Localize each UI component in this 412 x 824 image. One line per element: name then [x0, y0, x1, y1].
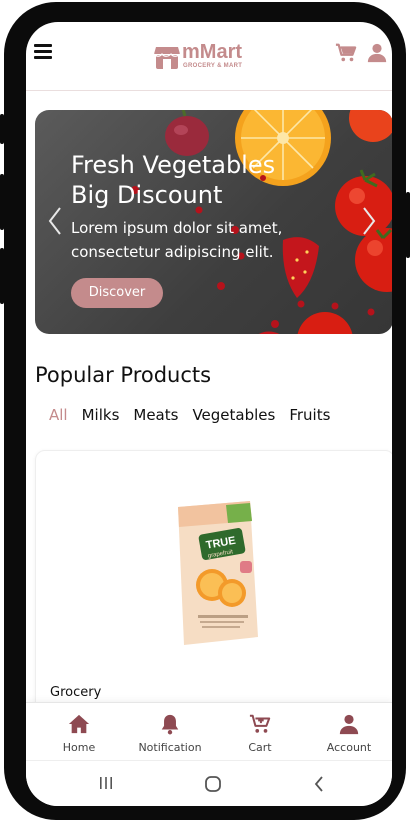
banner-title: Fresh Vegetables Big Discount: [71, 150, 275, 210]
tab-milks[interactable]: Milks: [82, 406, 120, 430]
user-icon[interactable]: [366, 42, 388, 64]
home-icon: [68, 714, 90, 734]
category-tabs: All Milks Meats Vegetables Fruits: [49, 406, 330, 430]
bottom-navigation: Home Notification Cart Account: [26, 702, 392, 761]
popular-products-title: Popular Products: [35, 363, 212, 387]
system-navigation-bar: [26, 760, 392, 806]
phone-volume-down-button: [0, 248, 4, 304]
product-image: TRUE grapefruit: [178, 501, 258, 645]
recent-apps-icon[interactable]: [98, 775, 114, 791]
product-category: Grocery: [50, 685, 102, 700]
app-name: mMart: [182, 41, 243, 63]
app-screen: mMart GROCERY & MART Fresh Vegetables Bi…: [26, 22, 392, 806]
nav-notification[interactable]: Notification: [125, 713, 215, 754]
discover-button[interactable]: Discover: [71, 278, 163, 308]
home-circle-icon[interactable]: [204, 775, 222, 793]
tab-meats[interactable]: Meats: [133, 406, 178, 430]
tab-vegetables[interactable]: Vegetables: [192, 406, 275, 430]
banner-description: Lorem ipsum dolor sit amet, consectetur …: [71, 219, 283, 261]
banner-prev-arrow-icon[interactable]: [47, 206, 63, 236]
user-icon: [339, 714, 359, 735]
nav-home[interactable]: Home: [34, 713, 124, 754]
banner-title-line2: Big Discount: [71, 181, 223, 209]
tab-fruits[interactable]: Fruits: [289, 406, 330, 430]
nav-home-label: Home: [62, 741, 96, 754]
tab-all[interactable]: All: [49, 406, 68, 430]
phone-volume-up-button: [0, 174, 4, 230]
phone-power-button: [406, 192, 410, 258]
nav-notification-label: Notification: [138, 741, 202, 754]
app-header: mMart GROCERY & MART: [26, 22, 392, 91]
nav-cart-label: Cart: [248, 741, 272, 754]
phone-frame: mMart GROCERY & MART Fresh Vegetables Bi…: [0, 2, 410, 820]
app-tagline: GROCERY & MART: [183, 63, 243, 69]
bell-icon: [161, 714, 179, 735]
cart-add-icon: [249, 714, 271, 733]
hamburger-menu-icon[interactable]: [34, 44, 52, 59]
store-icon: [154, 47, 180, 69]
phone-side-button: [0, 114, 4, 144]
promo-banner[interactable]: Fresh Vegetables Big Discount Lorem ipsu…: [35, 110, 392, 334]
nav-account-label: Account: [326, 741, 372, 754]
banner-next-arrow-icon[interactable]: [361, 206, 377, 236]
nav-account[interactable]: Account: [304, 713, 392, 754]
banner-title-line1: Fresh Vegetables: [71, 151, 276, 179]
cart-icon[interactable]: [335, 42, 357, 64]
back-icon[interactable]: [312, 775, 326, 793]
nav-cart[interactable]: Cart: [215, 713, 305, 754]
